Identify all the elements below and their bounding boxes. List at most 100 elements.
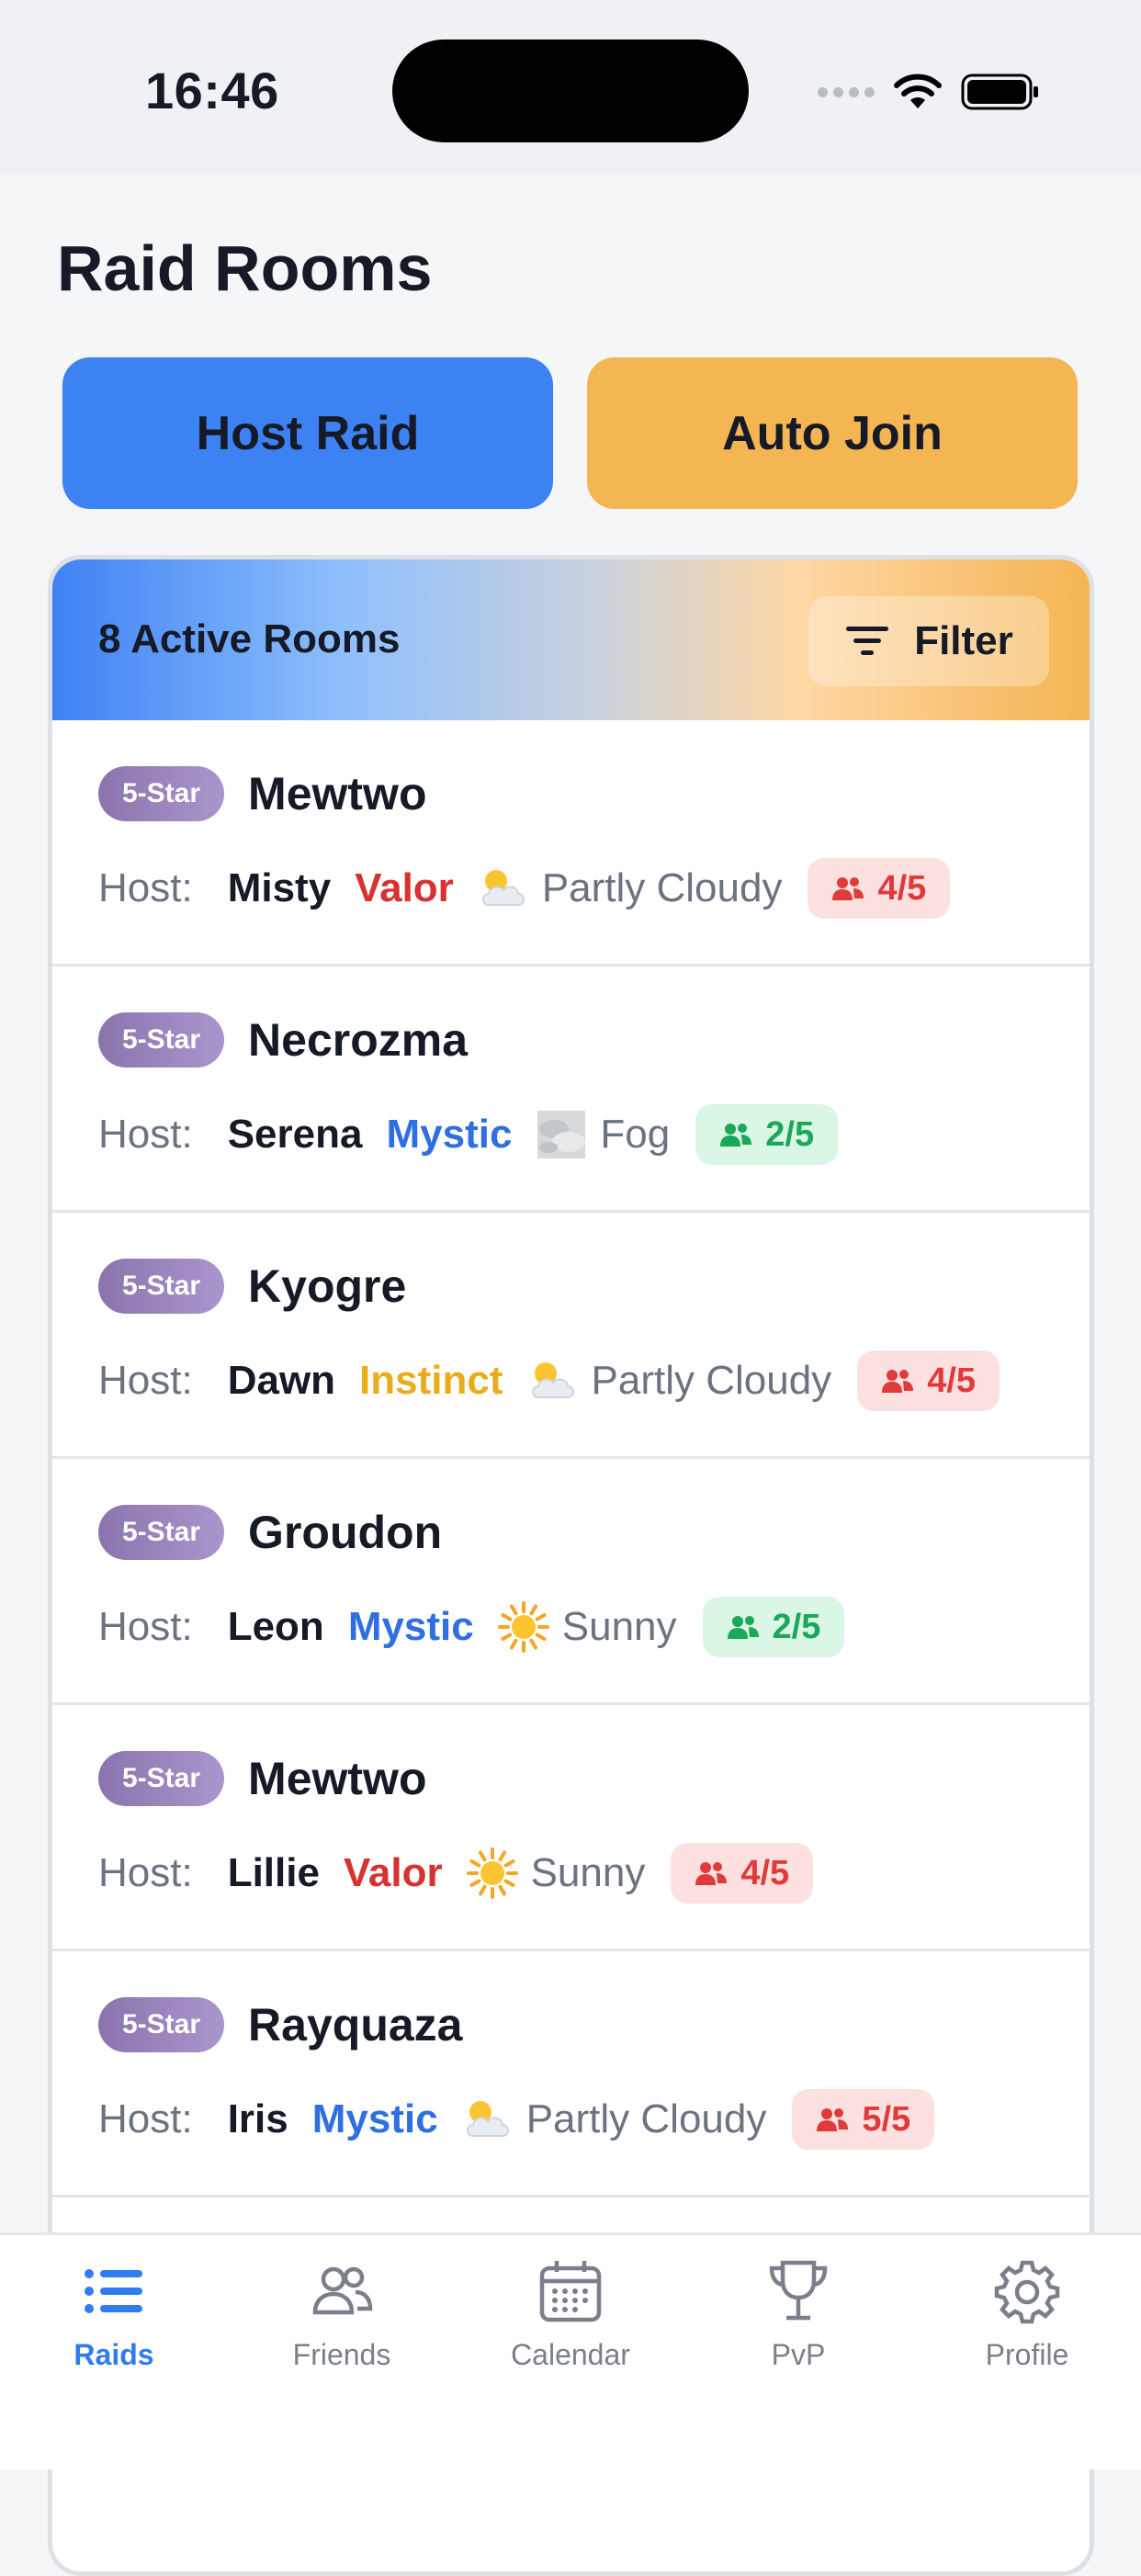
tab-profile[interactable]: Profile xyxy=(913,2257,1141,2395)
cellular-icon xyxy=(818,86,875,97)
status-bar: 16:46 xyxy=(0,0,1141,175)
partly-cloudy-icon xyxy=(462,2094,514,2145)
tier-badge: 5-Star xyxy=(98,1997,225,2052)
pokemon-name: Kyogre xyxy=(248,1260,407,1312)
host-name: Misty xyxy=(227,865,332,910)
friends-icon xyxy=(312,2266,373,2315)
room-details-line: Host: Lillie Valor Sunny 4/5 xyxy=(98,1843,814,1904)
player-count: 5/5 xyxy=(862,2099,911,2139)
tab-label: Friends xyxy=(292,2338,391,2371)
pokemon-name: Rayquaza xyxy=(248,1999,463,2051)
host-raid-button[interactable]: Host Raid xyxy=(62,357,553,509)
room-row[interactable]: 5-Star Rayquaza Host: Iris Mystic Partly… xyxy=(52,1951,1090,2198)
player-count-badge: 2/5 xyxy=(695,1104,839,1165)
tab-bar: Raids Friends Calendar PvP Profile xyxy=(0,2232,1141,2469)
player-count-badge: 5/5 xyxy=(792,2089,935,2150)
tab-friends[interactable]: Friends xyxy=(228,2257,456,2395)
team-name: Mystic xyxy=(347,1604,474,1649)
weather-label: Fog xyxy=(600,1112,671,1157)
people-icon xyxy=(719,1121,752,1148)
host-name: Dawn xyxy=(227,1358,336,1403)
partly-cloudy-icon xyxy=(478,863,529,914)
weather-label: Partly Cloudy xyxy=(591,1358,832,1403)
player-count-badge: 4/5 xyxy=(671,1843,814,1904)
host-name: Serena xyxy=(227,1112,363,1157)
host-label: Host: xyxy=(98,1604,193,1649)
room-title-line: 5-Star Mewtwo xyxy=(98,766,426,821)
room-row[interactable]: 5-Star Necrozma Host: Serena Mystic Fog … xyxy=(52,966,1090,1213)
sunny-icon xyxy=(497,1601,549,1653)
room-details-line: Host: Serena Mystic Fog 2/5 xyxy=(98,1104,839,1165)
dynamic-island xyxy=(392,40,749,142)
filter-icon xyxy=(846,627,889,655)
team-name: Valor xyxy=(343,1850,443,1895)
sunny-icon xyxy=(466,1847,518,1899)
room-details-line: Host: Leon Mystic Sunny 2/5 xyxy=(98,1597,845,1657)
calendar-icon xyxy=(539,2261,602,2322)
status-time: 16:46 xyxy=(145,62,279,119)
battery-icon xyxy=(961,73,1038,110)
pokemon-name: Mewtwo xyxy=(248,768,427,819)
rooms-header: 8 Active Rooms Filter xyxy=(52,559,1090,720)
pokemon-name: Groudon xyxy=(248,1507,443,1558)
player-count: 2/5 xyxy=(772,1607,821,1646)
player-count-badge: 2/5 xyxy=(702,1597,845,1657)
tab-pvp[interactable]: PvP xyxy=(684,2257,912,2395)
weather-label: Partly Cloudy xyxy=(541,865,783,910)
weather-label: Partly Cloudy xyxy=(525,2096,767,2141)
player-count: 4/5 xyxy=(877,868,927,908)
room-details-line: Host: Misty Valor Partly Cloudy 4/5 xyxy=(98,858,951,919)
tier-badge: 5-Star xyxy=(98,1505,225,1560)
host-label: Host: xyxy=(98,1850,193,1895)
filter-label: Filter xyxy=(914,618,1013,663)
auto-join-button[interactable]: Auto Join xyxy=(587,357,1078,509)
team-name: Valor xyxy=(355,865,454,910)
tab-label: PvP xyxy=(771,2338,826,2371)
host-name: Leon xyxy=(227,1604,324,1649)
team-name: Mystic xyxy=(311,2096,438,2141)
wifi-icon xyxy=(894,73,942,108)
team-name: Mystic xyxy=(386,1112,513,1157)
people-icon xyxy=(816,2106,849,2133)
player-count: 2/5 xyxy=(765,1114,815,1154)
tab-calendar[interactable]: Calendar xyxy=(457,2257,684,2395)
filter-button[interactable]: Filter xyxy=(808,596,1049,686)
tier-badge: 5-Star xyxy=(98,1259,225,1314)
tier-badge: 5-Star xyxy=(98,766,225,821)
room-details-line: Host: Iris Mystic Partly Cloudy 5/5 xyxy=(98,2089,935,2150)
room-row[interactable]: 5-Star Mewtwo Host: Lillie Valor Sunny 4… xyxy=(52,1705,1090,1951)
room-title-line: 5-Star Necrozma xyxy=(98,1012,468,1068)
status-icons xyxy=(818,64,1040,119)
room-title-line: 5-Star Kyogre xyxy=(98,1259,406,1314)
weather-label: Sunny xyxy=(530,1850,646,1895)
people-icon xyxy=(881,1367,914,1395)
room-row[interactable]: 5-Star Mewtwo Host: Misty Valor Partly C… xyxy=(52,720,1090,966)
people-icon xyxy=(831,875,864,902)
room-title-line: 5-Star Mewtwo xyxy=(98,1751,426,1806)
host-name: Lillie xyxy=(227,1850,320,1895)
room-title-line: 5-Star Groudon xyxy=(98,1505,442,1560)
host-label: Host: xyxy=(98,1112,193,1157)
page-title: Raid Rooms xyxy=(57,232,433,304)
pokemon-name: Mewtwo xyxy=(248,1753,427,1804)
room-details-line: Host: Dawn Instinct Partly Cloudy 4/5 xyxy=(98,1350,1000,1411)
tab-label: Raids xyxy=(73,2338,154,2371)
tab-label: Profile xyxy=(985,2338,1069,2371)
tier-badge: 5-Star xyxy=(98,1751,225,1806)
fog-icon xyxy=(536,1109,587,1160)
room-row[interactable]: 5-Star Groudon Host: Leon Mystic Sunny 2… xyxy=(52,1459,1090,1705)
host-label: Host: xyxy=(98,865,193,910)
trophy-icon xyxy=(769,2260,828,2321)
tab-raids[interactable]: Raids xyxy=(0,2257,228,2395)
room-row[interactable]: 5-Star Kyogre Host: Dawn Instinct Partly… xyxy=(52,1213,1090,1459)
weather-label: Sunny xyxy=(561,1604,677,1649)
player-count-badge: 4/5 xyxy=(808,858,951,919)
gear-icon xyxy=(994,2260,1060,2324)
people-icon xyxy=(727,1613,760,1641)
partly-cloudy-icon xyxy=(527,1355,579,1407)
pokemon-name: Necrozma xyxy=(248,1014,469,1066)
team-name: Instinct xyxy=(359,1358,503,1403)
host-label: Host: xyxy=(98,2096,193,2141)
list-icon xyxy=(85,2269,142,2313)
room-title-line: 5-Star Rayquaza xyxy=(98,1997,462,2052)
